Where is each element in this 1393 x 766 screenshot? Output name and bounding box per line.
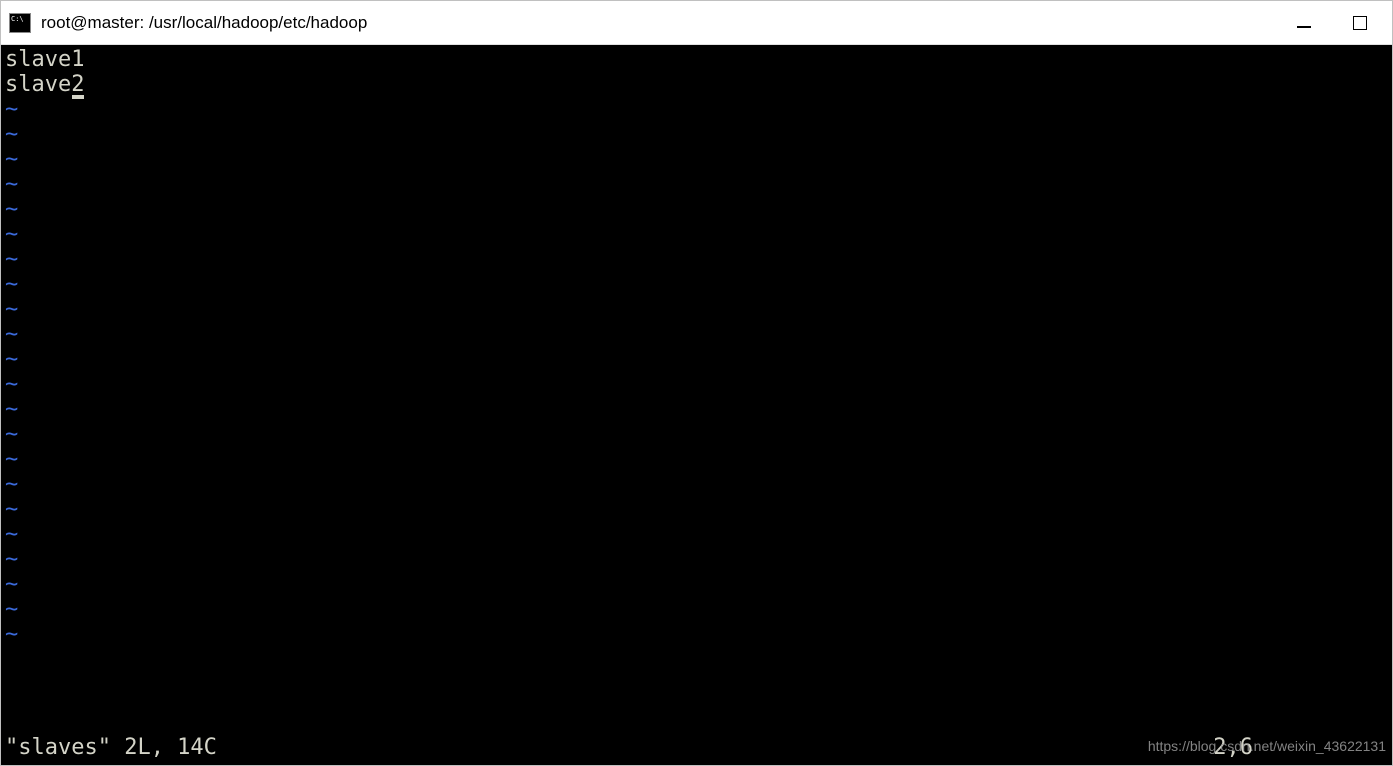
empty-line-tilde: ~ [5, 347, 1388, 372]
empty-line-tilde: ~ [5, 197, 1388, 222]
empty-line-tilde: ~ [5, 272, 1388, 297]
empty-line-tilde: ~ [5, 422, 1388, 447]
empty-line-tilde: ~ [5, 172, 1388, 197]
window-title: root@master: /usr/local/hadoop/etc/hadoo… [41, 13, 367, 33]
empty-line-tilde: ~ [5, 472, 1388, 497]
empty-line-tilde: ~ [5, 297, 1388, 322]
minimize-icon [1297, 26, 1311, 28]
maximize-button[interactable] [1350, 13, 1370, 33]
empty-lines: ~~~~~~~~~~~~~~~~~~~~~~ [5, 97, 1388, 647]
empty-line-tilde: ~ [5, 397, 1388, 422]
window-controls [1294, 13, 1384, 33]
watermark-text: https://blog.csdn.net/weixin_43622131 [1148, 734, 1386, 759]
empty-line-tilde: ~ [5, 372, 1388, 397]
empty-line-tilde: ~ [5, 547, 1388, 572]
empty-line-tilde: ~ [5, 122, 1388, 147]
empty-line-tilde: ~ [5, 447, 1388, 472]
empty-line-tilde: ~ [5, 622, 1388, 647]
empty-line-tilde: ~ [5, 322, 1388, 347]
editor-line-2: slave2 [5, 72, 1388, 97]
cursor [72, 95, 84, 99]
empty-line-tilde: ~ [5, 147, 1388, 172]
maximize-icon [1353, 16, 1367, 30]
editor-line-1: slave1 [5, 47, 1388, 72]
empty-line-tilde: ~ [5, 522, 1388, 547]
minimize-button[interactable] [1294, 13, 1314, 33]
terminal-area[interactable]: slave1 slave2 ~~~~~~~~~~~~~~~~~~~~~~ "sl… [1, 45, 1392, 765]
empty-line-tilde: ~ [5, 572, 1388, 597]
file-info: "slaves" 2L, 14C [5, 735, 217, 760]
empty-line-tilde: ~ [5, 222, 1388, 247]
terminal-window: root@master: /usr/local/hadoop/etc/hadoo… [0, 0, 1393, 766]
empty-line-tilde: ~ [5, 247, 1388, 272]
editor-line-2-text: slave2 [5, 72, 84, 97]
empty-line-tilde: ~ [5, 97, 1388, 122]
terminal-app-icon [9, 13, 31, 33]
title-bar-left: root@master: /usr/local/hadoop/etc/hadoo… [9, 13, 1294, 33]
empty-line-tilde: ~ [5, 497, 1388, 522]
empty-line-tilde: ~ [5, 597, 1388, 622]
title-bar[interactable]: root@master: /usr/local/hadoop/etc/hadoo… [1, 1, 1392, 45]
